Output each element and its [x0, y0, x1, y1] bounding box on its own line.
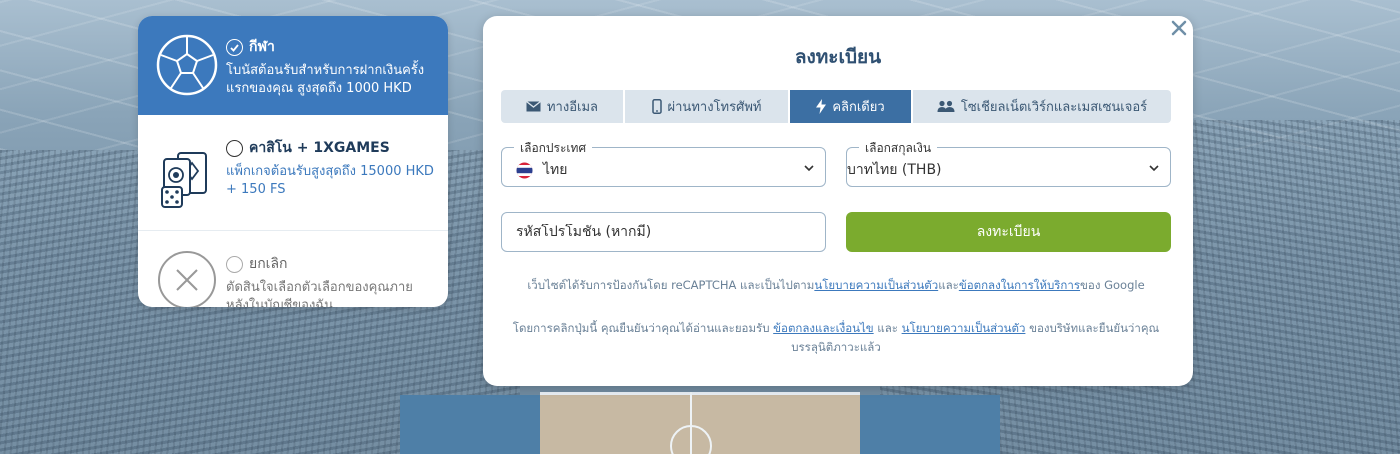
bonus-sports-head: กีฬา — [226, 36, 438, 58]
agreement-notice: โดยการคลิกปุ่มนี้ คุณยืนยันว่าคุณได้อ่าน… — [501, 319, 1171, 357]
agreement-notice-prefix: โดยการคลิกปุ่มนี้ คุณยืนยันว่าคุณได้อ่าน… — [512, 321, 774, 335]
thailand-flag-icon — [516, 162, 533, 178]
soccer-ball-icon — [156, 34, 218, 96]
chevron-down-icon — [804, 165, 814, 172]
bonus-cancel-title: ยกเลิก — [249, 256, 288, 272]
bonus-casino-title: คาสิโน + 1XGAMES — [249, 140, 390, 156]
radio-icon[interactable] — [226, 139, 243, 157]
phone-icon — [651, 99, 662, 114]
country-select-value-row: ไทย — [516, 159, 567, 181]
radio-icon[interactable] — [226, 255, 243, 273]
envelope-icon — [526, 101, 541, 112]
bonus-casino-desc-line1: แพ็กเกจต้อนรับสูงสุดถึง 15000 HKD — [226, 164, 434, 179]
bonus-casino-desc-line2: + 150 FS — [226, 182, 286, 197]
bonus-sports-description: โบนัสต้อนรับสำหรับการฝากเงินครั้ง แรกของ… — [226, 62, 438, 98]
bonus-sports-text: กีฬา โบนัสต้อนรับสำหรับการฝากเงินครั้ง แ… — [226, 36, 438, 98]
promo-code-input[interactable] — [516, 224, 806, 240]
bonus-cancel-desc-line2: หลังในบัญชีของฉัน — [226, 298, 334, 307]
bonus-option-cancel[interactable]: ยกเลิก ตัดสินใจเลือกตัวเลือกของคุณภาย หล… — [138, 231, 448, 307]
tab-phone[interactable]: ผ่านทางโทรศัพท์ — [625, 90, 790, 123]
tab-one-click-label: คลิกเดียว — [832, 100, 885, 115]
bonus-casino-text: คาสิโน + 1XGAMES แพ็กเกจต้อนรับสูงสุดถึง… — [226, 137, 438, 199]
bonus-option-sports[interactable]: กีฬา โบนัสต้อนรับสำหรับการฝากเงินครั้ง แ… — [138, 16, 448, 115]
promo-code-wrapper — [516, 224, 806, 240]
terms-of-service-link[interactable]: ข้อตกลงในการให้บริการ — [959, 278, 1080, 292]
promo-code-field[interactable] — [501, 212, 826, 252]
users-icon — [937, 100, 955, 112]
bonus-option-casino[interactable]: คาสิโน + 1XGAMES แพ็กเกจต้อนรับสูงสุดถึง… — [138, 115, 448, 231]
currency-select-value: บาทไทย (THB) — [847, 162, 942, 178]
privacy-policy-link[interactable]: นโยบายความเป็นส่วนตัว — [814, 278, 938, 292]
currency-select-label: เลือกสกุลเงิน — [859, 139, 938, 158]
bonus-cancel-text: ยกเลิก ตัดสินใจเลือกตัวเลือกของคุณภาย หล… — [226, 253, 438, 307]
country-select-label: เลือกประเทศ — [514, 139, 593, 158]
agreement-notice-middle: และ — [873, 321, 902, 335]
bonus-casino-head: คาสิโน + 1XGAMES — [226, 137, 438, 159]
tab-email-label: ทางอีเมล — [546, 100, 598, 115]
currency-select-value-row: บาทไทย (THB) — [847, 159, 942, 181]
recaptcha-notice-middle: และ — [938, 278, 959, 292]
registration-tabs: ทางอีเมล ผ่านทางโทรศัพท์ คลิกเดียว โซเชี… — [501, 90, 1171, 123]
terms-and-conditions-link[interactable]: ข้อตกลงและเงื่อนไข — [773, 321, 873, 335]
bonus-cancel-head: ยกเลิก — [226, 253, 438, 275]
tab-social[interactable]: โซเชียลเน็ตเวิร์กและเมสเซนเจอร์ — [913, 90, 1171, 123]
country-select-value: ไทย — [543, 162, 568, 178]
modal-title: ลงทะเบียน — [794, 46, 882, 68]
arena-floor-right — [860, 395, 1000, 454]
arena-floor-left — [400, 395, 540, 454]
bonus-cancel-desc-line1: ตัดสินใจเลือกตัวเลือกของคุณภาย — [226, 280, 413, 295]
checked-radio-icon[interactable] — [226, 38, 243, 56]
tab-email[interactable]: ทางอีเมล — [501, 90, 625, 123]
registration-modal: ลงทะเบียน ทางอีเมล ผ่านทางโทรศัพท์ คลิกเ… — [483, 16, 1193, 386]
chevron-down-icon — [1149, 165, 1159, 172]
bonus-sports-desc-line1: โบนัสต้อนรับสำหรับการฝากเงินครั้ง — [226, 63, 425, 78]
company-privacy-policy-link[interactable]: นโยบายความเป็นส่วนตัว — [902, 321, 1026, 335]
close-icon[interactable] — [1170, 19, 1188, 37]
casino-cards-dice-icon — [161, 152, 207, 208]
check-icon — [230, 43, 239, 52]
lightning-icon — [816, 99, 827, 114]
tab-phone-label: ผ่านทางโทรศัพท์ — [667, 100, 762, 115]
bonus-sports-title: กีฬา — [249, 39, 275, 55]
recaptcha-notice-suffix: ของ Google — [1080, 278, 1145, 292]
country-select[interactable]: เลือกประเทศ ไทย — [501, 139, 826, 187]
currency-select[interactable]: เลือกสกุลเงิน บาทไทย (THB) — [846, 139, 1171, 187]
register-button[interactable]: ลงทะเบียน — [846, 212, 1171, 252]
bonus-cancel-description: ตัดสินใจเลือกตัวเลือกของคุณภาย หลังในบัญ… — [226, 279, 438, 307]
bonus-casino-description: แพ็กเกจต้อนรับสูงสุดถึง 15000 HKD + 150 … — [226, 163, 438, 199]
bonus-panel: กีฬา โบนัสต้อนรับสำหรับการฝากเงินครั้ง แ… — [138, 16, 448, 307]
bonus-sports-desc-line2: แรกของคุณ สูงสุดถึง 1000 HKD — [226, 81, 412, 96]
recaptcha-notice-prefix: เว็บไซต์ได้รับการป้องกันโดย reCAPTCHA แล… — [527, 278, 815, 292]
tab-one-click[interactable]: คลิกเดียว — [790, 90, 913, 123]
tab-social-label: โซเชียลเน็ตเวิร์กและเมสเซนเจอร์ — [960, 100, 1148, 115]
recaptcha-notice: เว็บไซต์ได้รับการป้องกันโดย reCAPTCHA แล… — [501, 276, 1171, 295]
cancel-x-icon — [158, 251, 216, 307]
